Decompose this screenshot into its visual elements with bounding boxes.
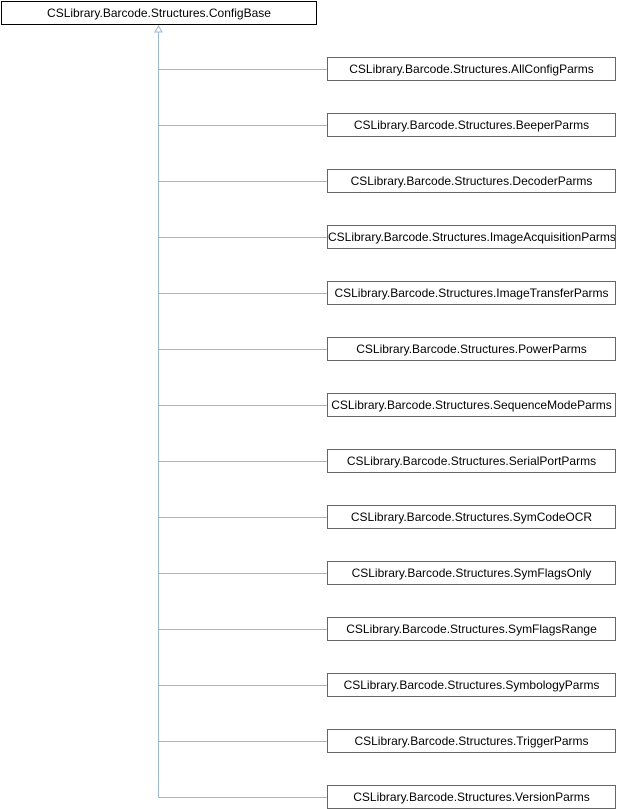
- class-node-configbase[interactable]: CSLibrary.Barcode.Structures.ConfigBase: [1, 1, 317, 25]
- class-node-versionparms[interactable]: CSLibrary.Barcode.Structures.VersionParm…: [327, 785, 616, 809]
- class-node-allconfigparms[interactable]: CSLibrary.Barcode.Structures.AllConfigPa…: [327, 57, 616, 81]
- inheritance-diagram: CSLibrary.Barcode.Structures.ConfigBase …: [0, 0, 644, 809]
- class-node-serialportparms[interactable]: CSLibrary.Barcode.Structures.SerialPortP…: [327, 449, 616, 473]
- class-node-symbologyparms[interactable]: CSLibrary.Barcode.Structures.SymbologyPa…: [327, 673, 616, 697]
- class-node-imagetransferparms[interactable]: CSLibrary.Barcode.Structures.ImageTransf…: [327, 281, 616, 305]
- inheritance-arrow-icon: [154, 25, 163, 33]
- class-node-decoderparms[interactable]: CSLibrary.Barcode.Structures.DecoderParm…: [327, 169, 616, 193]
- class-node-sequencemodeparms[interactable]: CSLibrary.Barcode.Structures.SequenceMod…: [327, 393, 616, 417]
- class-node-symcodeocr[interactable]: CSLibrary.Barcode.Structures.SymCodeOCR: [327, 505, 616, 529]
- class-node-beeperparms[interactable]: CSLibrary.Barcode.Structures.BeeperParms: [327, 113, 616, 137]
- class-node-triggerparms[interactable]: CSLibrary.Barcode.Structures.TriggerParm…: [327, 729, 616, 753]
- class-node-imageacquisitionparms[interactable]: CSLibrary.Barcode.Structures.ImageAcquis…: [327, 225, 616, 249]
- class-node-powerparms[interactable]: CSLibrary.Barcode.Structures.PowerParms: [327, 337, 616, 361]
- class-node-symflagsonly[interactable]: CSLibrary.Barcode.Structures.SymFlagsOnl…: [327, 561, 616, 585]
- class-node-symflagsrange[interactable]: CSLibrary.Barcode.Structures.SymFlagsRan…: [327, 617, 616, 641]
